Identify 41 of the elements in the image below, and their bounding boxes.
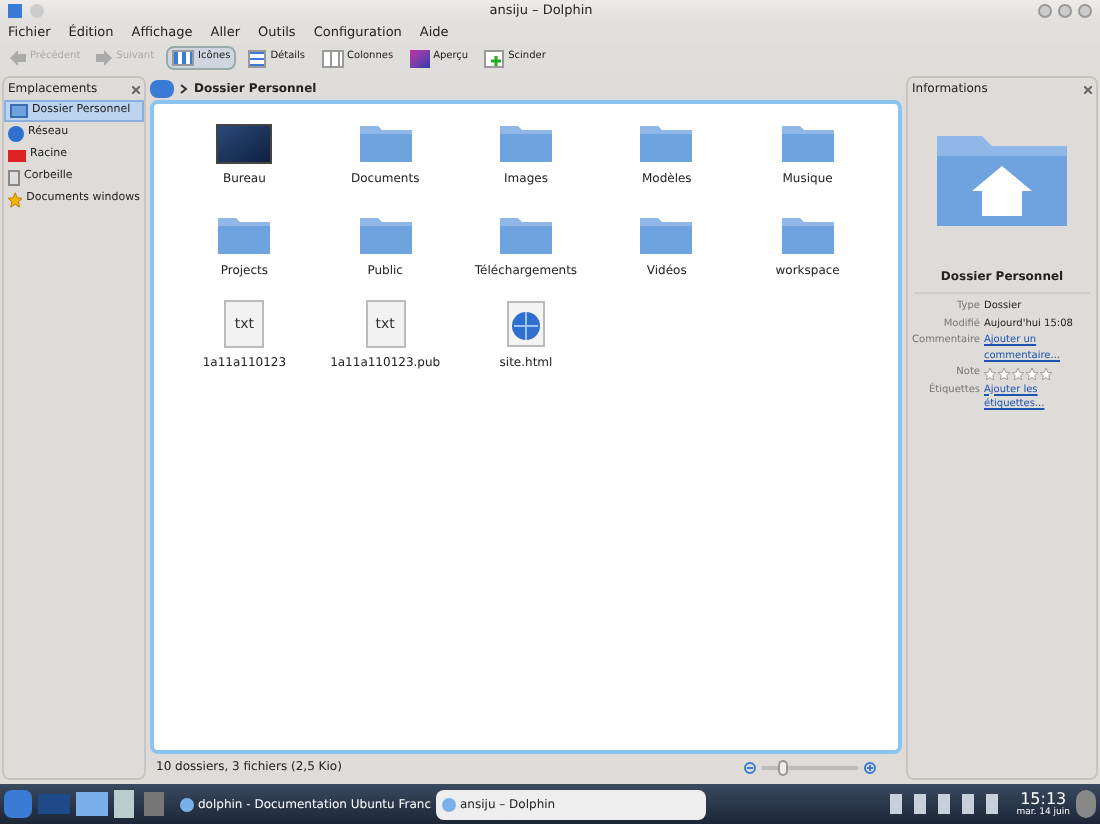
- chevron-icon: [180, 83, 188, 93]
- maximize-button[interactable]: [1058, 4, 1072, 18]
- star-icon[interactable]: [1040, 367, 1052, 380]
- drive-icon: [8, 149, 26, 161]
- split-icon: [484, 49, 505, 67]
- start-menu-icon[interactable]: [4, 790, 32, 818]
- folder-icon: [779, 120, 836, 164]
- folder-icon: [216, 212, 273, 256]
- star-icon[interactable]: [998, 367, 1010, 380]
- folder-icon: [497, 212, 554, 256]
- globe-icon: [8, 125, 24, 141]
- folder-icon: [497, 120, 554, 164]
- slider-thumb[interactable]: [777, 759, 788, 775]
- zoom-out-icon: [744, 761, 756, 773]
- minimize-button[interactable]: [1038, 4, 1052, 18]
- back-arrow-icon: [10, 50, 26, 66]
- forward-arrow-icon: [96, 50, 113, 66]
- icon-grid-icon: [172, 50, 195, 66]
- folder-icon: [638, 212, 695, 256]
- star-icon[interactable]: [984, 367, 996, 380]
- window-icon: [180, 797, 194, 811]
- folder-icon: [357, 120, 414, 164]
- desktop-icon: [216, 124, 273, 164]
- star-icon: [8, 191, 23, 207]
- star-icon[interactable]: [1012, 367, 1024, 380]
- star-icon[interactable]: [1026, 367, 1038, 380]
- panel-close-icon: [132, 85, 140, 93]
- folder-icon: [779, 212, 836, 256]
- zoom-in-icon: [864, 761, 876, 773]
- list-icon: [248, 49, 267, 67]
- columns-icon: [321, 49, 344, 67]
- clock-time: 15:13: [1020, 790, 1067, 808]
- trash-icon: [8, 169, 20, 185]
- panel-close-icon: [1084, 85, 1092, 93]
- close-button[interactable]: [1078, 4, 1092, 18]
- folder-icon: [357, 212, 414, 256]
- globe-document-icon: [503, 300, 548, 348]
- window-icon: [442, 797, 456, 811]
- folder-icon: [638, 120, 695, 164]
- app-icon: [8, 4, 22, 18]
- preview-icon: [409, 49, 430, 67]
